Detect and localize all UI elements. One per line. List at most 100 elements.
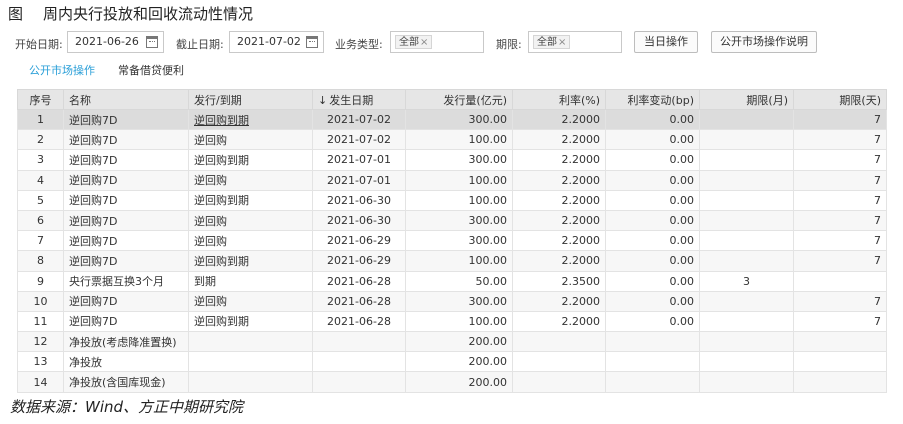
- end-date-field[interactable]: 2021-07-02: [229, 31, 324, 53]
- cell-index: 5: [17, 189, 64, 211]
- cell-rate: 2.2000: [512, 149, 606, 171]
- cell-rate: 2.3500: [512, 270, 606, 292]
- cell-term-months: [699, 189, 794, 211]
- col-header-rate-change[interactable]: 利率变动(bp): [605, 89, 700, 110]
- cell-index: 11: [17, 310, 64, 333]
- term-tag[interactable]: 全部×: [533, 35, 571, 49]
- calendar-icon[interactable]: [146, 36, 158, 48]
- cell-name: 逆回购7D: [63, 209, 189, 232]
- term-tag-text: 全部: [537, 37, 557, 48]
- cell-index: 8: [17, 250, 64, 272]
- cell-name: 逆回购7D: [63, 169, 189, 191]
- business-type-select[interactable]: 全部×: [390, 31, 484, 53]
- table-row[interactable]: 4 逆回购7D 逆回购 2021-07-01 100.00 2.2000 0.00 7: [17, 169, 887, 191]
- business-type-tag-text: 全部: [399, 37, 419, 48]
- term-select[interactable]: 全部×: [528, 31, 622, 53]
- cell-volume: 300.00: [405, 108, 513, 131]
- today-operation-button[interactable]: 当日操作: [634, 31, 698, 53]
- market-operation-explain-button[interactable]: 公开市场操作说明: [711, 31, 817, 53]
- business-type-tag[interactable]: 全部×: [395, 35, 433, 49]
- table-row[interactable]: 5 逆回购7D 逆回购到期 2021-06-30 100.00 2.2000 0.00 7: [17, 189, 887, 211]
- cell-volume: 300.00: [405, 230, 513, 252]
- cell-term-days: 7: [793, 108, 887, 131]
- arrow-down-icon[interactable]: ↓: [318, 94, 327, 107]
- cell-index: 2: [17, 129, 64, 151]
- cell-term-months: [699, 108, 794, 131]
- col-header-date[interactable]: ↓ 发生日期: [312, 89, 406, 110]
- col-header-term-days[interactable]: 期限(天): [793, 89, 887, 110]
- cell-rate: 2.2000: [512, 209, 606, 232]
- cell-issue-maturity: 到期: [188, 270, 313, 292]
- table-row[interactable]: 8 逆回购7D 逆回购到期 2021-06-29 100.00 2.2000 0.00 7: [17, 250, 887, 272]
- cell-term-months: [699, 310, 794, 333]
- col-header-date-label: 发生日期: [329, 93, 374, 107]
- cell-term-months: [699, 351, 794, 373]
- cell-volume: 200.00: [405, 351, 513, 373]
- cell-rate-change: 0.00: [605, 230, 700, 252]
- cell-date: 2021-06-28: [312, 270, 406, 292]
- cell-rate-change: [605, 371, 700, 393]
- cell-name: 逆回购7D: [63, 129, 189, 151]
- cell-term-days: [793, 331, 887, 353]
- business-type-label: 业务类型:: [335, 38, 383, 51]
- table-row[interactable]: 9 央行票据互换3个月 到期 2021-06-28 50.00 2.3500 0.00 3: [17, 270, 887, 292]
- cell-index: 14: [17, 371, 64, 393]
- cell-issue-maturity: 逆回购到期: [188, 108, 313, 131]
- cell-term-days: 7: [793, 189, 887, 211]
- cell-term-months: [699, 331, 794, 353]
- cell-volume: 100.00: [405, 169, 513, 191]
- start-date-field[interactable]: 2021-06-26: [67, 31, 164, 53]
- cell-date: 2021-06-30: [312, 209, 406, 232]
- close-icon[interactable]: ×: [558, 37, 566, 48]
- term-label: 期限:: [496, 38, 522, 51]
- cell-index: 3: [17, 149, 64, 171]
- col-header-index[interactable]: 序号: [17, 89, 64, 110]
- cell-date: 2021-07-02: [312, 108, 406, 131]
- col-header-name[interactable]: 名称: [63, 89, 189, 110]
- tab-standing-lending[interactable]: 常备借贷便利: [118, 62, 184, 78]
- table-row[interactable]: 7 逆回购7D 逆回购 2021-06-29 300.00 2.2000 0.00 7: [17, 230, 887, 252]
- cell-index: 12: [17, 331, 64, 353]
- cell-term-days: 7: [793, 129, 887, 151]
- cell-date: 2021-06-30: [312, 189, 406, 211]
- col-header-term-months[interactable]: 期限(月): [699, 89, 794, 110]
- cell-date: 2021-06-29: [312, 230, 406, 252]
- cell-term-months: [699, 169, 794, 191]
- cell-date: [312, 331, 406, 353]
- table-row[interactable]: 1 逆回购7D 逆回购到期 2021-07-02 300.00 2.2000 0.00 7: [17, 108, 887, 131]
- col-header-rate[interactable]: 利率(%): [512, 89, 606, 110]
- cell-name: 逆回购7D: [63, 230, 189, 252]
- cell-name: 净投放(含国库现金): [63, 371, 189, 393]
- cell-term-months: [699, 230, 794, 252]
- table-row[interactable]: 13 净投放 200.00: [17, 351, 887, 373]
- cell-volume: 100.00: [405, 310, 513, 333]
- cell-rate: 2.2000: [512, 290, 606, 312]
- cell-rate: [512, 331, 606, 353]
- cell-date: 2021-07-02: [312, 129, 406, 151]
- col-header-issue-maturity[interactable]: 发行/到期: [188, 89, 313, 110]
- cell-rate: 2.2000: [512, 250, 606, 272]
- table-row[interactable]: 10 逆回购7D 逆回购 2021-06-28 300.00 2.2000 0.00 7: [17, 290, 887, 312]
- table-row[interactable]: 3 逆回购7D 逆回购到期 2021-07-01 300.00 2.2000 0.00 7: [17, 149, 887, 171]
- cell-rate: 2.2000: [512, 230, 606, 252]
- cell-rate-change: 0.00: [605, 250, 700, 272]
- cell-term-days: 7: [793, 230, 887, 252]
- table-row[interactable]: 14 净投放(含国库现金) 200.00: [17, 371, 887, 393]
- cell-rate-change: 0.00: [605, 310, 700, 333]
- cell-term-months: [699, 149, 794, 171]
- table-row[interactable]: 2 逆回购7D 逆回购 2021-07-02 100.00 2.2000 0.00 7: [17, 129, 887, 151]
- tab-open-market[interactable]: 公开市场操作: [29, 62, 95, 78]
- cell-volume: 100.00: [405, 189, 513, 211]
- end-date-value: 2021-07-02: [237, 35, 301, 48]
- cell-issue-maturity: 逆回购: [188, 290, 313, 312]
- close-icon[interactable]: ×: [420, 37, 428, 48]
- calendar-icon[interactable]: [306, 36, 318, 48]
- figure-label: 图: [8, 5, 24, 23]
- table-row[interactable]: 6 逆回购7D 逆回购 2021-06-30 300.00 2.2000 0.00 7: [17, 209, 887, 232]
- col-header-volume[interactable]: 发行量(亿元): [405, 89, 513, 110]
- cell-date: [312, 371, 406, 393]
- cell-issue-maturity: [188, 351, 313, 373]
- cell-volume: 200.00: [405, 371, 513, 393]
- table-row[interactable]: 12 净投放(考虑降准置换) 200.00: [17, 331, 887, 353]
- table-row[interactable]: 11 逆回购7D 逆回购到期 2021-06-28 100.00 2.2000 0.00 7: [17, 310, 887, 333]
